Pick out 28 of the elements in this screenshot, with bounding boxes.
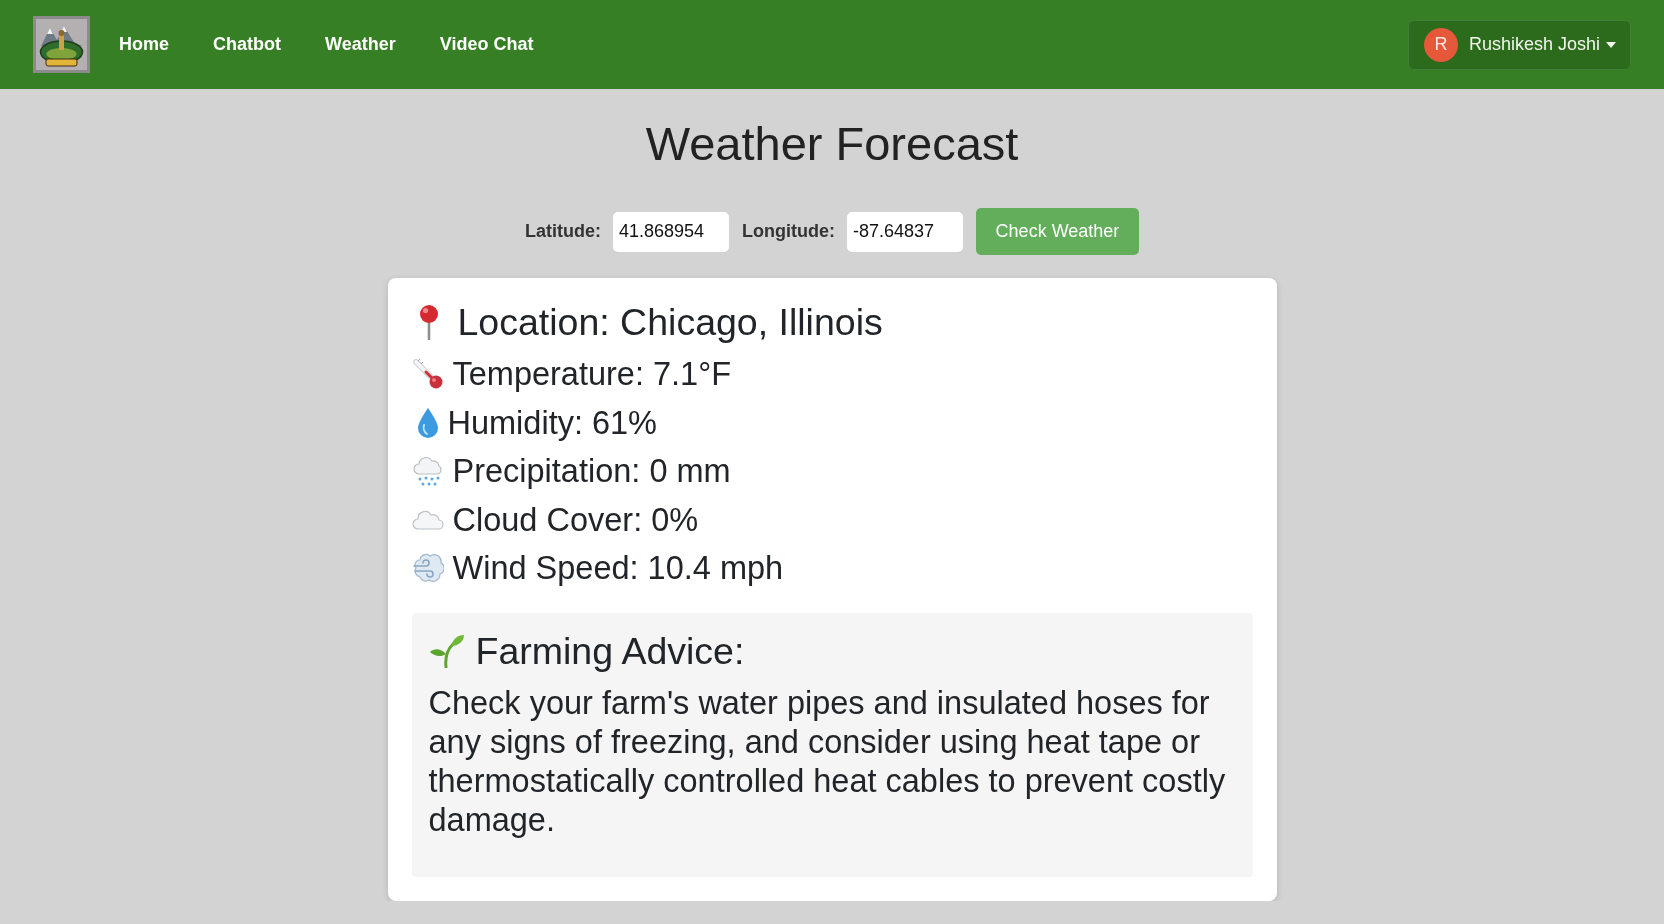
- weather-reading: Precipitation: 0 mm: [452, 452, 731, 491]
- weather-reading: Temperature: 7.1°F: [452, 355, 732, 394]
- nav-link[interactable]: Video Chat: [439, 34, 534, 55]
- thermometer-icon: [411, 358, 444, 391]
- landscape-badge-logo[interactable]: [33, 16, 90, 73]
- weather-reading: Wind Speed: 10.4 mph: [452, 549, 784, 588]
- nav-link[interactable]: Weather: [325, 34, 396, 55]
- advice-text: Check your farm's water pipes and insulated hoses for any signs of freezing, and consider using heat tape or thermostatically controlled heat cables to prevent costly damage.: [428, 683, 1227, 841]
- water-drop-icon: [416, 406, 439, 439]
- field-label: Latitude:: [525, 221, 601, 242]
- sprout-icon: [428, 633, 465, 668]
- page-title: Weather Forecast: [645, 116, 1019, 172]
- rain-cloud-icon: [411, 455, 444, 488]
- nav-link[interactable]: Chatbot: [213, 34, 281, 55]
- coordinate-input[interactable]: 41.868954: [613, 211, 729, 252]
- weather-reading: Humidity: 61%: [447, 403, 658, 443]
- wind-puff-icon: [411, 552, 444, 585]
- avatar-initial: R: [1423, 27, 1458, 62]
- location-heading: Location: Chicago, Illinois: [457, 300, 883, 344]
- user-menu-button[interactable]: R Rushikesh Joshi: [1407, 19, 1631, 70]
- cloud-icon: [411, 509, 444, 530]
- advice-heading: Farming Advice:: [475, 628, 745, 673]
- field-label: Longitude:: [742, 221, 835, 242]
- weather-reading: Cloud Cover: 0%: [452, 500, 699, 540]
- nav-link[interactable]: Home: [119, 34, 169, 55]
- caret-icon: [1606, 41, 1616, 48]
- check-weather-button[interactable]: Check Weather: [976, 208, 1139, 255]
- coordinate-input[interactable]: -87.64837: [847, 211, 963, 252]
